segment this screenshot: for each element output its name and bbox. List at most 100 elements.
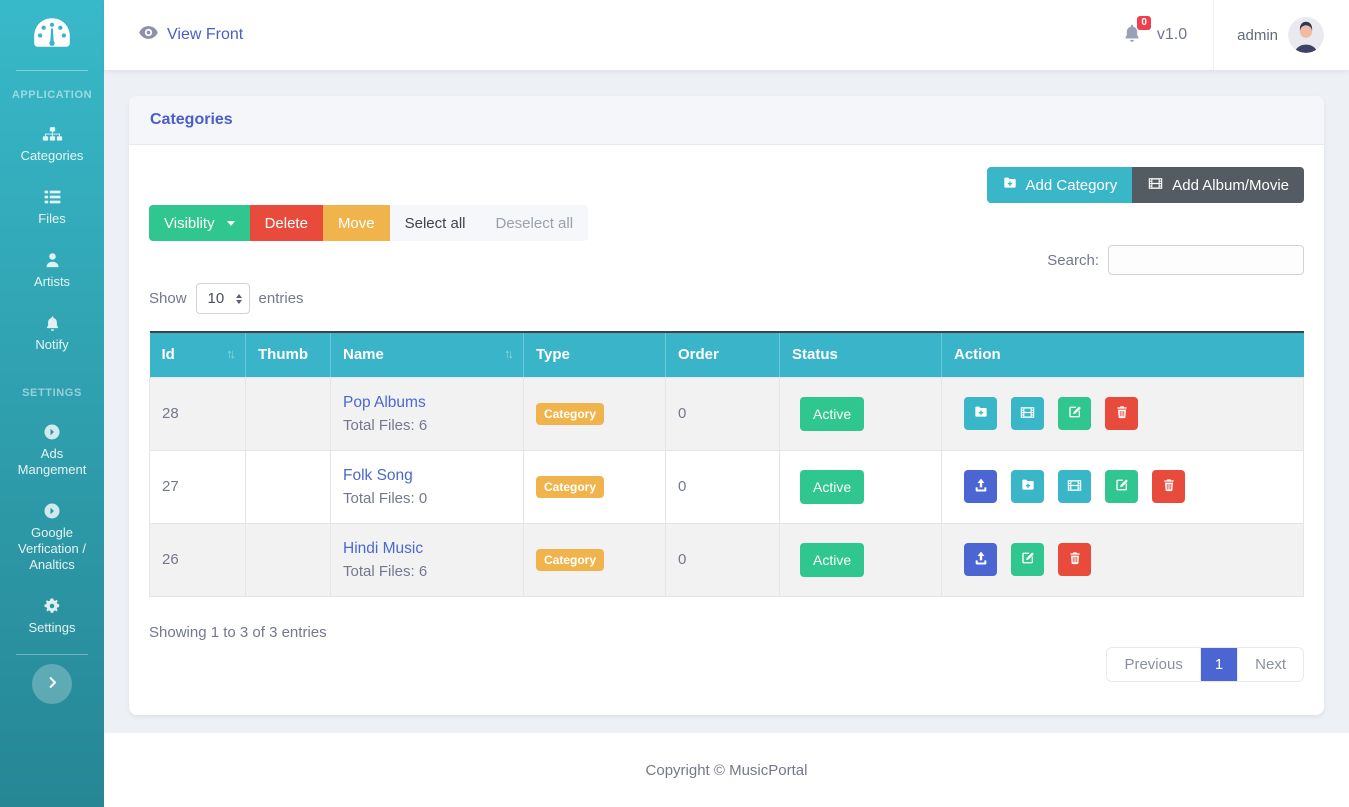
sidebar-item-google-verfication-analtics[interactable]: Google Verfication / Analtics (0, 502, 104, 573)
main-content: Categories Add Category Add Album/Movie (104, 70, 1349, 733)
deselect-all-button[interactable]: Deselect all (480, 205, 589, 241)
gauge-icon (33, 17, 71, 53)
entries-label: entries (258, 290, 304, 307)
table-info: Showing 1 to 3 of 3 entries (149, 623, 327, 641)
cell-name: Folk Song Total Files: 0 (330, 449, 524, 524)
cell-action (941, 376, 1304, 451)
list-icon (43, 188, 62, 206)
user-icon (44, 251, 61, 269)
film-icon (1066, 477, 1083, 497)
action-upload-button[interactable] (964, 470, 997, 503)
status-active-button[interactable]: Active (800, 542, 865, 577)
action-album-button[interactable] (1011, 397, 1044, 430)
pagination-previous-button[interactable]: Previous (1107, 647, 1200, 681)
add-category-button[interactable]: Add Category (986, 167, 1133, 203)
sidebar-item-files[interactable]: Files (0, 188, 104, 227)
cell-thumb (245, 376, 331, 451)
sidebar-item-label: Settings (28, 620, 76, 635)
pagination-next-button[interactable]: Next (1237, 647, 1303, 681)
cell-thumb (245, 522, 331, 597)
status-active-button[interactable]: Active (800, 469, 865, 504)
action-edit-button[interactable] (1105, 470, 1138, 503)
total-files-text: Total Files: 0 (343, 489, 428, 507)
search-input[interactable] (1108, 245, 1304, 275)
select-all-button[interactable]: Select all (389, 205, 481, 241)
sidebar-nav-settings: Ads Mangement Google Verfication / Analt… (0, 399, 104, 636)
user-avatar[interactable] (1288, 17, 1324, 53)
add-album-movie-button[interactable]: Add Album/Movie (1132, 167, 1304, 203)
pagination: Previous 1 Next (1106, 646, 1304, 682)
page-footer: Copyright © MusicPortal (104, 733, 1349, 807)
select-arrows-icon (235, 293, 242, 304)
sitemap-icon (42, 125, 63, 143)
top-header: View Front 0 v1.0 admin (104, 0, 1349, 70)
cell-status: Active (779, 376, 942, 451)
action-delete-button[interactable] (1058, 543, 1091, 576)
cell-thumb (245, 449, 331, 524)
sidebar-item-ads-mangement[interactable]: Ads Mangement (0, 423, 104, 478)
copyright-text: Copyright © MusicPortal (645, 761, 808, 779)
type-badge: Category (536, 548, 605, 571)
table-row: 28 Pop Albums Total Files: 6 Category 0 … (149, 376, 1304, 451)
action-edit-button[interactable] (1058, 397, 1091, 430)
visibility-dropdown-button[interactable]: Visiblity (149, 205, 250, 241)
column-header-id[interactable]: Id ↑↓ (149, 332, 246, 377)
card-title: Categories (129, 96, 1324, 145)
show-label: Show (149, 290, 187, 307)
action-upload-button[interactable] (964, 543, 997, 576)
sidebar-item-label: Artists (33, 274, 71, 289)
edit-icon (1067, 404, 1083, 423)
category-link[interactable]: Folk Song (343, 467, 413, 485)
pagination-page-1-button[interactable]: 1 (1199, 647, 1238, 681)
notification-badge: 0 (1137, 15, 1151, 30)
avatar-image (1288, 17, 1324, 53)
categories-table: Id ↑↓ Thumb Name ↑↓ Type Order Status Acti… (149, 331, 1304, 597)
folder-plus-icon (1002, 175, 1018, 195)
app-version: v1.0 (1156, 26, 1188, 43)
sidebar-item-artists[interactable]: Artists (0, 251, 104, 290)
column-header-type: Type (523, 332, 666, 377)
column-header-name[interactable]: Name ↑↓ (330, 332, 524, 377)
cell-status: Active (779, 449, 942, 524)
delete-button[interactable]: Delete (249, 205, 323, 241)
table-row: 26 Hindi Music Total Files: 6 Category 0… (149, 522, 1304, 597)
move-button[interactable]: Move (322, 205, 390, 241)
cell-order: 0 (665, 449, 780, 524)
action-album-button[interactable] (1058, 470, 1091, 503)
sidebar-item-categories[interactable]: Categories (0, 125, 104, 164)
action-delete-button[interactable] (1152, 470, 1185, 503)
column-header-action: Action (941, 332, 1304, 377)
upload-icon (973, 550, 989, 569)
column-header-status: Status (779, 332, 942, 377)
notifications-button[interactable]: 0 (1122, 15, 1151, 48)
sidebar-toggle-button[interactable] (32, 664, 72, 704)
action-add-files-button[interactable] (964, 397, 997, 430)
sort-icon: ↑↓ (226, 346, 236, 362)
folder-plus-icon (1020, 477, 1036, 496)
upload-icon (973, 477, 989, 496)
sidebar-item-notify[interactable]: Notify (0, 314, 104, 353)
type-badge: Category (536, 402, 605, 425)
status-active-button[interactable]: Active (800, 396, 865, 431)
view-front-link[interactable]: View Front (139, 26, 243, 44)
sidebar-section-settings: SETTINGS (22, 387, 82, 399)
column-header-order: Order (665, 332, 780, 377)
cell-type: Category (523, 449, 666, 524)
page-length-select[interactable]: 10 (195, 283, 250, 314)
bell-icon (44, 314, 61, 332)
sidebar-divider (16, 70, 88, 71)
category-link[interactable]: Hindi Music (343, 540, 423, 558)
eye-icon (139, 26, 158, 44)
sidebar-item-label: Ads Mangement (17, 446, 87, 477)
action-edit-button[interactable] (1011, 543, 1044, 576)
categories-card: Categories Add Category Add Album/Movie (129, 96, 1324, 715)
category-link[interactable]: Pop Albums (343, 394, 426, 412)
total-files-text: Total Files: 6 (343, 416, 428, 434)
action-delete-button[interactable] (1105, 397, 1138, 430)
gear-icon (43, 597, 61, 615)
action-add-files-button[interactable] (1011, 470, 1044, 503)
sidebar-divider (16, 654, 88, 655)
app-logo[interactable] (0, 0, 104, 70)
sidebar-item-settings[interactable]: Settings (0, 597, 104, 636)
sidebar: APPLICATION Categories Files Artists Not… (0, 0, 104, 807)
